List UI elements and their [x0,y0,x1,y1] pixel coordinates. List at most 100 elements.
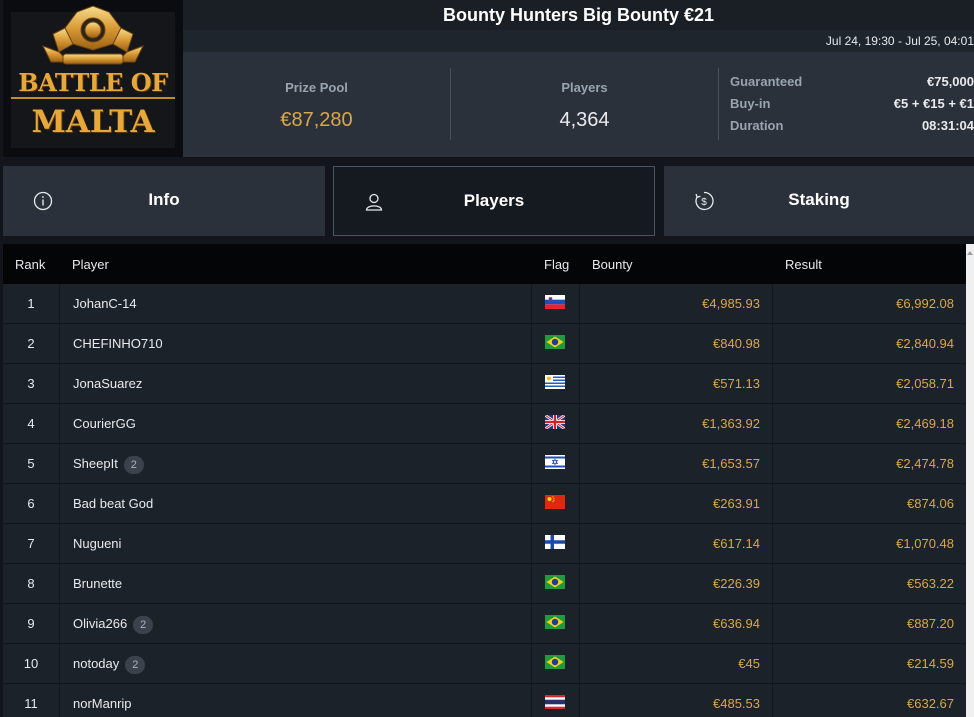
result-cell: €2,058.71 [772,364,966,404]
column-header-rank[interactable]: Rank [15,257,45,272]
player-cell: Brunette [59,564,531,604]
result-cell: €874.06 [772,484,966,524]
result-cell: €1,070.48 [772,524,966,564]
duration-value: 08:31:04 [921,118,974,133]
player-name[interactable]: CHEFINHO710 [73,336,163,351]
tournament-details: Guaranteed €75,000 Buy-in €5 + €15 + €1 … [730,74,974,140]
bounty-cell: €485.53 [579,684,772,717]
rank-cell: 2 [27,336,35,351]
israel-flag-icon [545,455,565,469]
flag-cell [531,364,579,404]
player-name[interactable]: CourierGG [73,416,136,431]
scroll-up-arrow-icon[interactable] [966,244,974,260]
table-row[interactable]: 1 JohanC-14 €4,985.93 €6,992.08 [3,284,966,324]
table-row[interactable]: 10 notoday 2 €45 €214.59 [3,644,966,684]
result-cell: €2,474.78 [772,444,966,484]
vertical-scrollbar[interactable] [966,244,974,717]
players-label: Players [561,80,608,95]
buyin-value: €5 + €15 + €1 [893,96,974,111]
tab-players[interactable]: Players [333,166,655,236]
result-cell: €6,992.08 [772,284,966,324]
brazil-flag-icon [545,335,565,349]
bounty-cell: €226.39 [579,564,772,604]
entries-badge: 2 [125,655,146,674]
entries-badge: 2 [123,455,144,474]
player-name[interactable]: Bad beat God [73,496,153,511]
player-name[interactable]: JonaSuarez [73,376,142,391]
player-name[interactable]: notoday [73,656,119,671]
tab-staking[interactable]: $ Staking [664,166,974,236]
tab-info[interactable]: Info [3,166,325,236]
bounty-cell: €4,985.93 [579,284,772,324]
bounty-cell: €571.13 [579,364,772,404]
result-cell: €563.22 [772,564,966,604]
player-cell: Olivia266 2 [59,604,531,644]
player-cell: JonaSuarez [59,364,531,404]
flag-cell [531,484,579,524]
logo-line1: BATTLE OF [18,68,168,97]
rank-cell: 3 [27,376,35,391]
player-name[interactable]: norManrip [73,696,132,711]
column-header-flag[interactable]: Flag [544,257,569,272]
bounty-cell: €45 [579,644,772,684]
player-name[interactable]: Brunette [73,576,122,591]
players-table-header: Rank Player Flag Bounty Result [3,244,966,284]
prize-pool-label: Prize Pool [285,80,348,95]
uk-flag-icon [545,415,565,429]
players-value: 4,364 [559,109,610,131]
player-cell: SheepIt 2 [59,444,531,484]
bounty-cell: €636.94 [579,604,772,644]
table-row[interactable]: 11 norManrip €485.53 €632.67 [3,684,966,717]
result-cell: €214.59 [772,644,966,684]
flag-cell [531,604,579,644]
bounty-cell: €263.91 [579,484,772,524]
table-row[interactable]: 3 JonaSuarez €571.13 €2,058.71 [3,364,966,404]
table-row[interactable]: 5 SheepIt 2 €1,653.57 €2,474.78 [3,444,966,484]
player-name[interactable]: JohanC-14 [73,296,137,311]
result-cell: €2,469.18 [772,404,966,444]
bounty-cell: €1,653.57 [579,444,772,484]
buyin-row: Buy-in €5 + €15 + €1 [730,96,974,118]
table-row[interactable]: 8 Brunette €226.39 €563.22 [3,564,966,604]
players-stat: Players 4,364 [451,52,718,157]
table-row[interactable]: 6 Bad beat God €263.91 €874.06 [3,484,966,524]
flag-cell [531,564,579,604]
stats-panel: Prize Pool €87,280 Players 4,364 Guarant… [183,52,974,157]
rank-cell: 6 [27,496,35,511]
tab-staking-label: Staking [788,190,850,209]
table-row[interactable]: 9 Olivia266 2 €636.94 €887.20 [3,604,966,644]
column-header-result[interactable]: Result [785,257,822,272]
table-row[interactable]: 2 CHEFINHO710 €840.98 €2,840.94 [3,324,966,364]
bounty-cell: €1,363.92 [579,404,772,444]
table-row[interactable]: 7 Nugueni €617.14 €1,070.48 [3,524,966,564]
duration-label: Duration [730,118,784,133]
players-table-body: 1 JohanC-14 €4,985.93 €6,992.08 2 CHEFINHO710… [3,284,966,717]
china-flag-icon [545,495,565,509]
table-row[interactable]: 4 CourierGG €1,363.92 €2,469.18 [3,404,966,444]
player-name[interactable]: Nugueni [73,536,121,551]
tournament-date-range: Jul 24, 19:30 - Jul 25, 04:01 [825,34,974,48]
flag-cell [531,444,579,484]
brazil-flag-icon [545,575,565,589]
duration-row: Duration 08:31:04 [730,118,974,140]
bounty-cell: €617.14 [579,524,772,564]
guaranteed-value: €75,000 [927,74,974,89]
prize-pool-stat: Prize Pool €87,280 [183,52,450,157]
player-cell: CourierGG [59,404,531,444]
tab-info-label: Info [148,190,180,209]
column-header-bounty[interactable]: Bounty [592,257,632,272]
stats-divider [718,68,719,140]
flag-cell [531,644,579,684]
rank-cell: 11 [24,696,38,711]
date-bar: Jul 24, 19:30 - Jul 25, 04:01 [183,30,974,52]
flag-cell [531,284,579,324]
rank-cell: 7 [27,536,35,551]
player-cell: CHEFINHO710 [59,324,531,364]
player-name[interactable]: SheepIt [73,456,118,471]
result-cell: €887.20 [772,604,966,644]
player-name[interactable]: Olivia266 [73,616,127,631]
tournament-title: Bounty Hunters Big Bounty €21 [442,5,715,25]
column-header-player[interactable]: Player [72,257,109,272]
rank-cell: 4 [27,416,35,431]
slovenia-flag-icon [545,295,565,309]
